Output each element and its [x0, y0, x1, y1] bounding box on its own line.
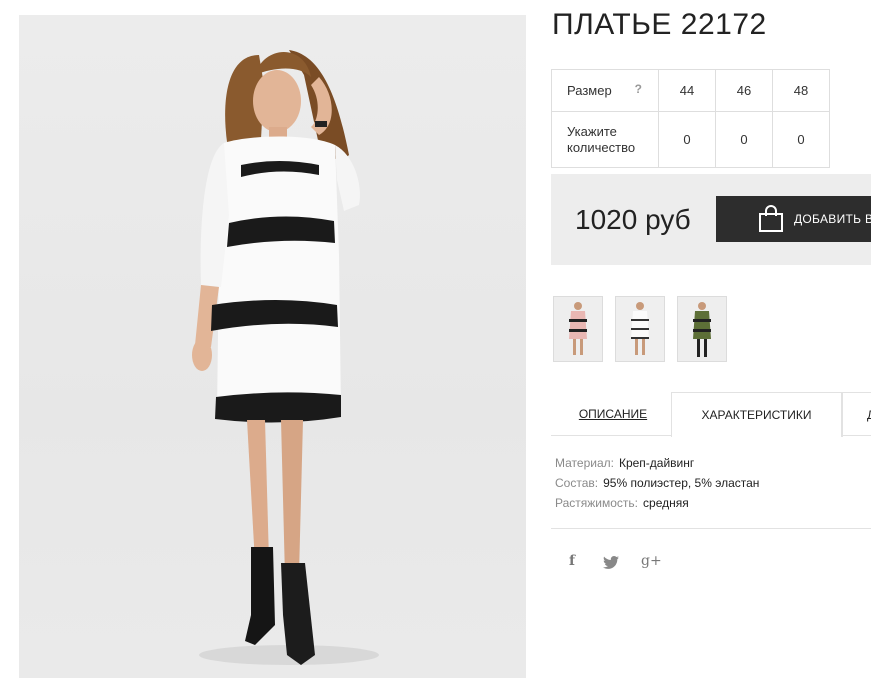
size-row: Размер ? 44 46 48	[551, 69, 830, 112]
section-divider	[551, 528, 871, 529]
thumb-white-dress-image	[616, 297, 664, 361]
thumb-green-dress[interactable]	[677, 296, 727, 362]
tab-more[interactable]: Д	[842, 392, 871, 437]
price-bar: 1020 руб ДОБАВИТЬ В	[551, 174, 871, 265]
thumb-white-dress[interactable]	[615, 296, 665, 362]
model-in-dress-illustration	[192, 50, 379, 665]
shopping-bag-icon	[758, 205, 784, 233]
thumb-pink-dress[interactable]	[553, 296, 603, 362]
characteristic-value: 95% полиэстер, 5% эластан	[603, 476, 760, 490]
main-product-photo[interactable]	[19, 15, 526, 678]
product-title: ПЛАТЬЕ 22172	[552, 8, 767, 41]
quantity-input-46[interactable]: 0	[715, 111, 773, 168]
quantity-input-44[interactable]: 0	[658, 111, 716, 168]
thumb-green-dress-image	[678, 297, 726, 361]
google-plus-icon[interactable]: g+	[641, 553, 662, 569]
tab-description[interactable]: ОПИСАНИЕ	[560, 392, 666, 436]
characteristic-row: Материал: Креп-дайвинг	[555, 453, 759, 473]
tab-characteristics[interactable]: ХАРАКТЕРИСТИКИ	[671, 392, 842, 437]
quantity-label: Укажите количество	[567, 123, 636, 155]
characteristic-value: Креп-дайвинг	[618, 456, 695, 470]
characteristic-value: средняя	[643, 496, 689, 510]
size-48: 48	[772, 69, 830, 112]
characteristic-row: Состав: 95% полиэстер, 5% эластан	[555, 473, 759, 493]
characteristics-list: Материал: Креп-дайвинг Состав: 95% полиэст…	[555, 453, 759, 513]
size-46: 46	[715, 69, 773, 112]
size-help-icon[interactable]: ?	[635, 82, 642, 96]
product-price: 1020 руб	[575, 204, 691, 235]
size-label-cell: Размер ?	[551, 69, 659, 112]
add-to-cart-button[interactable]: ДОБАВИТЬ В	[716, 196, 871, 242]
characteristic-key: Состав:	[555, 476, 599, 490]
characteristic-key: Растяжимость:	[555, 496, 639, 510]
thumb-pink-dress-image	[554, 297, 602, 361]
add-to-cart-label: ДОБАВИТЬ В	[794, 212, 871, 226]
size-44: 44	[658, 69, 716, 112]
size-label: Размер	[567, 83, 612, 98]
quantity-row: Укажите количество 0 0 0	[551, 111, 830, 168]
characteristic-row: Растяжимость: средняя	[555, 493, 759, 513]
characteristic-key: Материал:	[555, 456, 614, 470]
quantity-input-48[interactable]: 0	[772, 111, 830, 168]
facebook-icon[interactable]: f	[569, 553, 575, 569]
quantity-label-cell: Укажите количество	[551, 111, 659, 168]
size-table: Размер ? 44 46 48 Укажите количество 0 0…	[551, 69, 830, 168]
twitter-icon[interactable]	[603, 556, 619, 572]
